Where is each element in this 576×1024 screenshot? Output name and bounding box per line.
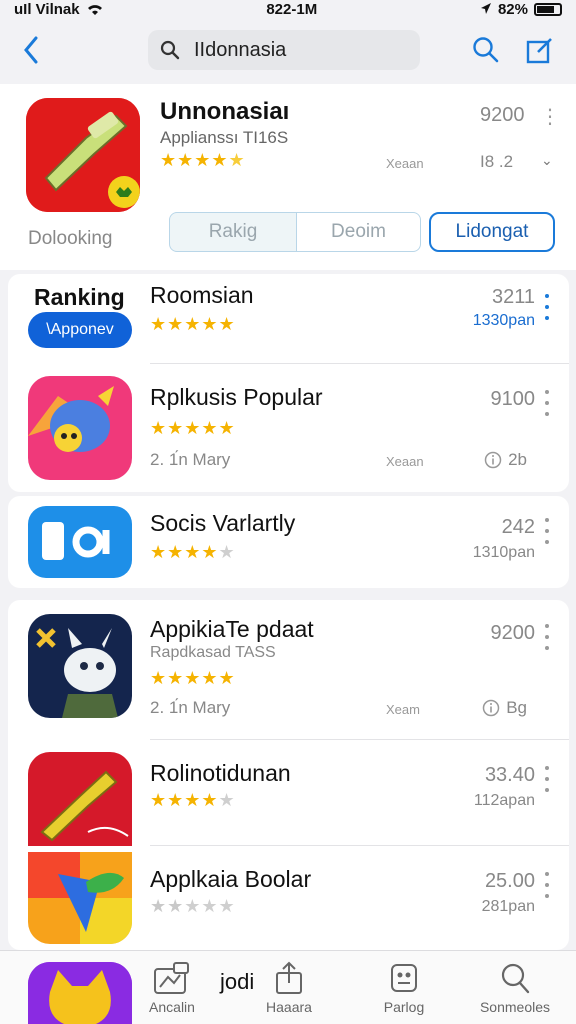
app-sub-price: 1330pan bbox=[472, 312, 535, 329]
app-label: Xeaan bbox=[386, 454, 424, 469]
list-item[interactable]: Rolinotidunan ★★★★★ 33.40 112apan bbox=[8, 740, 569, 846]
app-info: Bg bbox=[482, 698, 527, 718]
featured-app-label: Xeaan bbox=[386, 156, 424, 171]
app-price: 242 bbox=[501, 516, 535, 538]
featured-app-title: Unnonasiaı bbox=[160, 98, 290, 125]
app-icon[interactable] bbox=[28, 614, 132, 718]
ranking-pill-button[interactable]: \Apponev bbox=[28, 312, 132, 348]
carrier-label: uIl Vilnak bbox=[14, 0, 80, 18]
tab-ancalin[interactable]: Ancalin bbox=[127, 961, 217, 1015]
section-label: Dolooking bbox=[28, 228, 113, 249]
info-icon bbox=[482, 699, 500, 717]
app-price: 9200 bbox=[490, 622, 536, 644]
compose-button[interactable] bbox=[520, 30, 560, 70]
featured-app-icon[interactable] bbox=[26, 98, 140, 212]
share-icon bbox=[276, 961, 302, 994]
more-options-button[interactable] bbox=[541, 294, 553, 320]
search-button[interactable] bbox=[466, 30, 506, 70]
app-price: 33.40 bbox=[484, 764, 535, 786]
app-rating: ★★★★★ bbox=[150, 668, 236, 688]
app-title: AppikiaTe pdaat bbox=[150, 616, 314, 642]
tab-label: Haaara bbox=[266, 999, 312, 1015]
chevron-left-icon bbox=[24, 36, 38, 64]
app-meta: 2. 1́n Mary bbox=[150, 450, 231, 469]
featured-app-rating: ★★★★★ bbox=[160, 150, 246, 170]
info-icon bbox=[484, 451, 502, 469]
compose-icon bbox=[526, 38, 552, 64]
app-icon[interactable] bbox=[28, 506, 132, 578]
app-list-card: AppikiaTe pdaat Rapdkasad TASS ★★★★★ 2. … bbox=[8, 600, 569, 950]
app-title: Rplkusis Popular bbox=[150, 384, 323, 410]
search-icon bbox=[160, 40, 180, 60]
featured-app-subtitle: Applianssı TI16S bbox=[160, 128, 289, 147]
segment-3[interactable]: Lidongat bbox=[429, 212, 555, 252]
chevron-down-icon[interactable]: ⌄ bbox=[541, 152, 553, 169]
search-icon bbox=[501, 963, 530, 994]
nav-bar bbox=[0, 22, 576, 78]
chart-image-icon bbox=[154, 962, 189, 994]
more-options-button[interactable]: ⋮ bbox=[540, 104, 560, 129]
app-icon[interactable] bbox=[28, 752, 132, 846]
more-options-button[interactable] bbox=[541, 518, 553, 544]
app-rating: ★★★★★ bbox=[150, 314, 236, 334]
app-info-value: Bg bbox=[506, 698, 527, 717]
back-button[interactable] bbox=[14, 30, 48, 70]
app-sub-price: 112apan bbox=[473, 792, 535, 809]
app-meta: 2. 1́n Mary bbox=[150, 698, 231, 717]
robot-icon bbox=[391, 964, 417, 992]
tab-sonmeoles[interactable]: Sonmeoles bbox=[470, 961, 560, 1015]
tab-label: Parlog bbox=[383, 999, 425, 1015]
app-label: Xeam bbox=[386, 702, 420, 717]
app-subtitle: Rapdkasad TASS bbox=[150, 644, 276, 661]
app-price: 9100 bbox=[490, 388, 536, 410]
clock: 822-1M bbox=[266, 0, 318, 18]
location-icon bbox=[480, 3, 491, 14]
app-sub-price: 281pan bbox=[481, 898, 535, 915]
app-info: 2b bbox=[484, 450, 527, 470]
tab-label: Ancalin bbox=[149, 999, 195, 1015]
featured-app-count: I8 .2 bbox=[480, 152, 514, 171]
app-title: Applkaia Boolar bbox=[150, 866, 312, 892]
app-rating: ★★★★★ bbox=[150, 418, 236, 438]
search-box[interactable] bbox=[148, 30, 420, 70]
search-icon bbox=[473, 37, 499, 63]
app-price: 25.00 bbox=[484, 870, 535, 892]
list-item[interactable]: AppikiaTe pdaat Rapdkasad TASS ★★★★★ 2. … bbox=[8, 600, 569, 740]
tab-label: Sonmeoles bbox=[479, 999, 551, 1015]
more-options-button[interactable] bbox=[541, 766, 553, 792]
app-rating: ★★★★★ bbox=[150, 790, 236, 810]
app-title: Rolinotidunan bbox=[150, 760, 291, 786]
wifi-icon bbox=[87, 5, 102, 15]
list-item[interactable]: Ranking \Apponev Roomsian ★★★★★ 3211 133… bbox=[8, 274, 569, 364]
app-icon[interactable] bbox=[28, 962, 132, 1024]
ranking-title: Ranking bbox=[34, 284, 125, 310]
ranking-card: Ranking \Apponev Roomsian ★★★★★ 3211 133… bbox=[8, 274, 569, 492]
app-info-value: 2b bbox=[508, 450, 527, 469]
app-card[interactable]: Socis Varlartly ★★★★★ 242 1310pan bbox=[8, 496, 569, 588]
segment-2[interactable]: Deoim bbox=[297, 212, 421, 252]
tab-parlog[interactable]: Parlog bbox=[359, 961, 449, 1015]
list-item[interactable]: Applkaia Boolar ★★★★★ 25.00 281pan bbox=[8, 846, 569, 950]
featured-app[interactable]: Unnonasiaı Applianssı TI16S ★★★★★ 9200 X… bbox=[0, 84, 576, 270]
list-item[interactable]: Rplkusis Popular ★★★★★ 2. 1́n Mary Xeaan… bbox=[8, 364, 569, 492]
app-title: Roomsian bbox=[150, 282, 254, 308]
app-price: 3211 bbox=[491, 286, 535, 308]
battery-icon bbox=[533, 2, 562, 16]
app-title: Socis Varlartly bbox=[150, 510, 296, 536]
featured-app-price: 9200 bbox=[480, 104, 525, 126]
search-input[interactable] bbox=[194, 38, 394, 62]
app-rating: ★★★★★ bbox=[150, 542, 236, 562]
more-options-button[interactable] bbox=[541, 872, 553, 898]
status-bar: uIl Vilnak 822-1M 82% bbox=[0, 0, 576, 18]
app-sub-price: 1310pan bbox=[472, 544, 535, 561]
segment-1[interactable]: Rakig bbox=[169, 212, 297, 252]
app-icon[interactable] bbox=[28, 852, 132, 944]
app-icon[interactable] bbox=[28, 376, 132, 480]
tab-haaara[interactable]: Haaara bbox=[244, 961, 334, 1015]
app-rating: ★★★★★ bbox=[150, 896, 236, 916]
segmented-control: Rakig Deoim Lidongat bbox=[169, 212, 555, 252]
more-options-button[interactable] bbox=[541, 390, 553, 416]
more-options-button[interactable] bbox=[541, 624, 553, 650]
battery-percent: 82% bbox=[497, 0, 528, 18]
